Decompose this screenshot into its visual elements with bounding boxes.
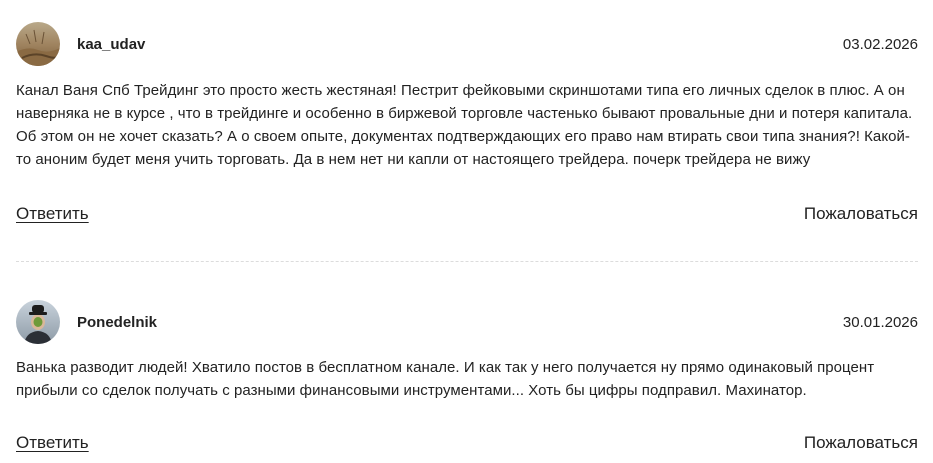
report-link[interactable]: Пожаловаться (804, 204, 918, 224)
comment-header: kaa_udav 03.02.2026 (16, 22, 918, 66)
reply-link[interactable]: Ответить (16, 204, 89, 224)
comment-divider (16, 261, 918, 262)
avatar (16, 300, 60, 344)
comment-text: Ванька разводит людей! Хватило постов в … (16, 359, 875, 399)
reply-link[interactable]: Ответить (16, 433, 89, 453)
comment-date: 30.01.2026 (842, 314, 918, 331)
comment-text: Канал Ваня Спб Трейдинг это просто жесть… (16, 82, 913, 168)
comment-item: kaa_udav 03.02.2026 Канал Ваня Спб Трейд… (16, 22, 918, 226)
comment-actions: Ответить Пожаловаться (16, 204, 918, 226)
comment-date: 03.02.2026 (842, 36, 918, 53)
comment-item: Ponedelnik 30.01.2026 Ванька разводит лю… (16, 300, 918, 455)
comment-actions: Ответить Пожаловаться (16, 433, 918, 455)
comment-header: Ponedelnik 30.01.2026 (16, 300, 918, 344)
username: kaa_udav (77, 36, 146, 53)
report-link[interactable]: Пожаловаться (804, 433, 918, 453)
username: Ponedelnik (77, 314, 158, 331)
avatar (16, 22, 60, 66)
